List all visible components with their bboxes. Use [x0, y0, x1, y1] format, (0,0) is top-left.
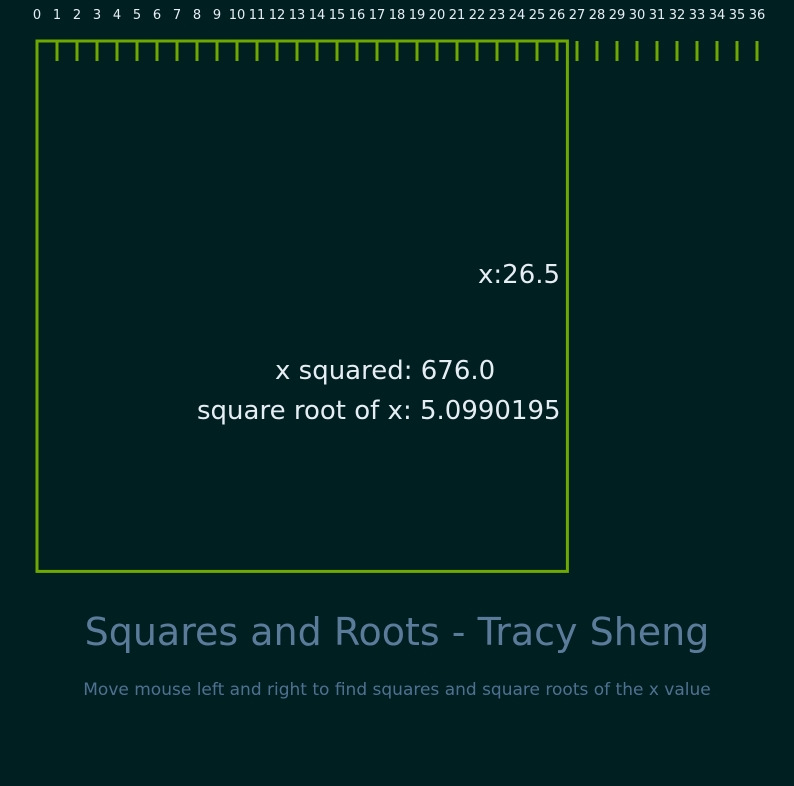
x-squared-label: x squared: 676.0 [275, 356, 495, 386]
ruler-label: 6 [153, 8, 161, 23]
ruler-label: 34 [709, 8, 726, 23]
sketch-canvas[interactable]: 0 1 2 3 4 5 6 7 8 9 10 11 12 13 14 15 16 17 18 19 20 21 22 23 24… [0, 0, 794, 786]
ruler-label: 12 [269, 8, 286, 23]
ruler-label: 2 [73, 8, 81, 23]
ruler-label: 15 [329, 8, 346, 23]
ruler-label: 33 [689, 8, 706, 23]
ruler-label: 28 [589, 8, 606, 23]
ruler-label: 7 [173, 8, 181, 23]
ruler-label: 36 [749, 8, 766, 23]
ruler-label: 26 [549, 8, 566, 23]
ruler-label: 8 [193, 8, 201, 23]
ruler-label: 5 [133, 8, 141, 23]
ruler-label: 22 [469, 8, 486, 23]
square-root-label: square root of x: 5.0990195 [197, 396, 561, 426]
ruler-label: 3 [93, 8, 101, 23]
ruler-label: 9 [213, 8, 221, 23]
ruler-label: 25 [529, 8, 546, 23]
ruler-label: 0 [33, 8, 41, 23]
ruler-label: 17 [369, 8, 386, 23]
ruler-label: 20 [429, 8, 446, 23]
ruler-label: 1 [53, 8, 61, 23]
page-subtitle: Move mouse left and right to find square… [83, 680, 711, 700]
ruler-label: 29 [609, 8, 626, 23]
ruler-label: 4 [113, 8, 121, 23]
ruler-label: 31 [649, 8, 666, 23]
ruler-label: 14 [309, 8, 326, 23]
ruler-label: 30 [629, 8, 646, 23]
ruler-label: 19 [409, 8, 426, 23]
canvas-background [0, 0, 794, 786]
ruler-label: 27 [569, 8, 586, 23]
ruler-label: 32 [669, 8, 686, 23]
ruler-label: 16 [349, 8, 366, 23]
ruler-label: 10 [229, 8, 246, 23]
ruler-label: 23 [489, 8, 506, 23]
ruler-label: 24 [509, 8, 526, 23]
ruler-label: 13 [289, 8, 306, 23]
ruler-label: 35 [729, 8, 746, 23]
ruler-label: 11 [249, 8, 266, 23]
ruler-label: 18 [389, 8, 406, 23]
ruler-label: 21 [449, 8, 466, 23]
page-title: Squares and Roots - Tracy Sheng [84, 610, 710, 654]
x-value-label: x:26.5 [478, 260, 560, 290]
